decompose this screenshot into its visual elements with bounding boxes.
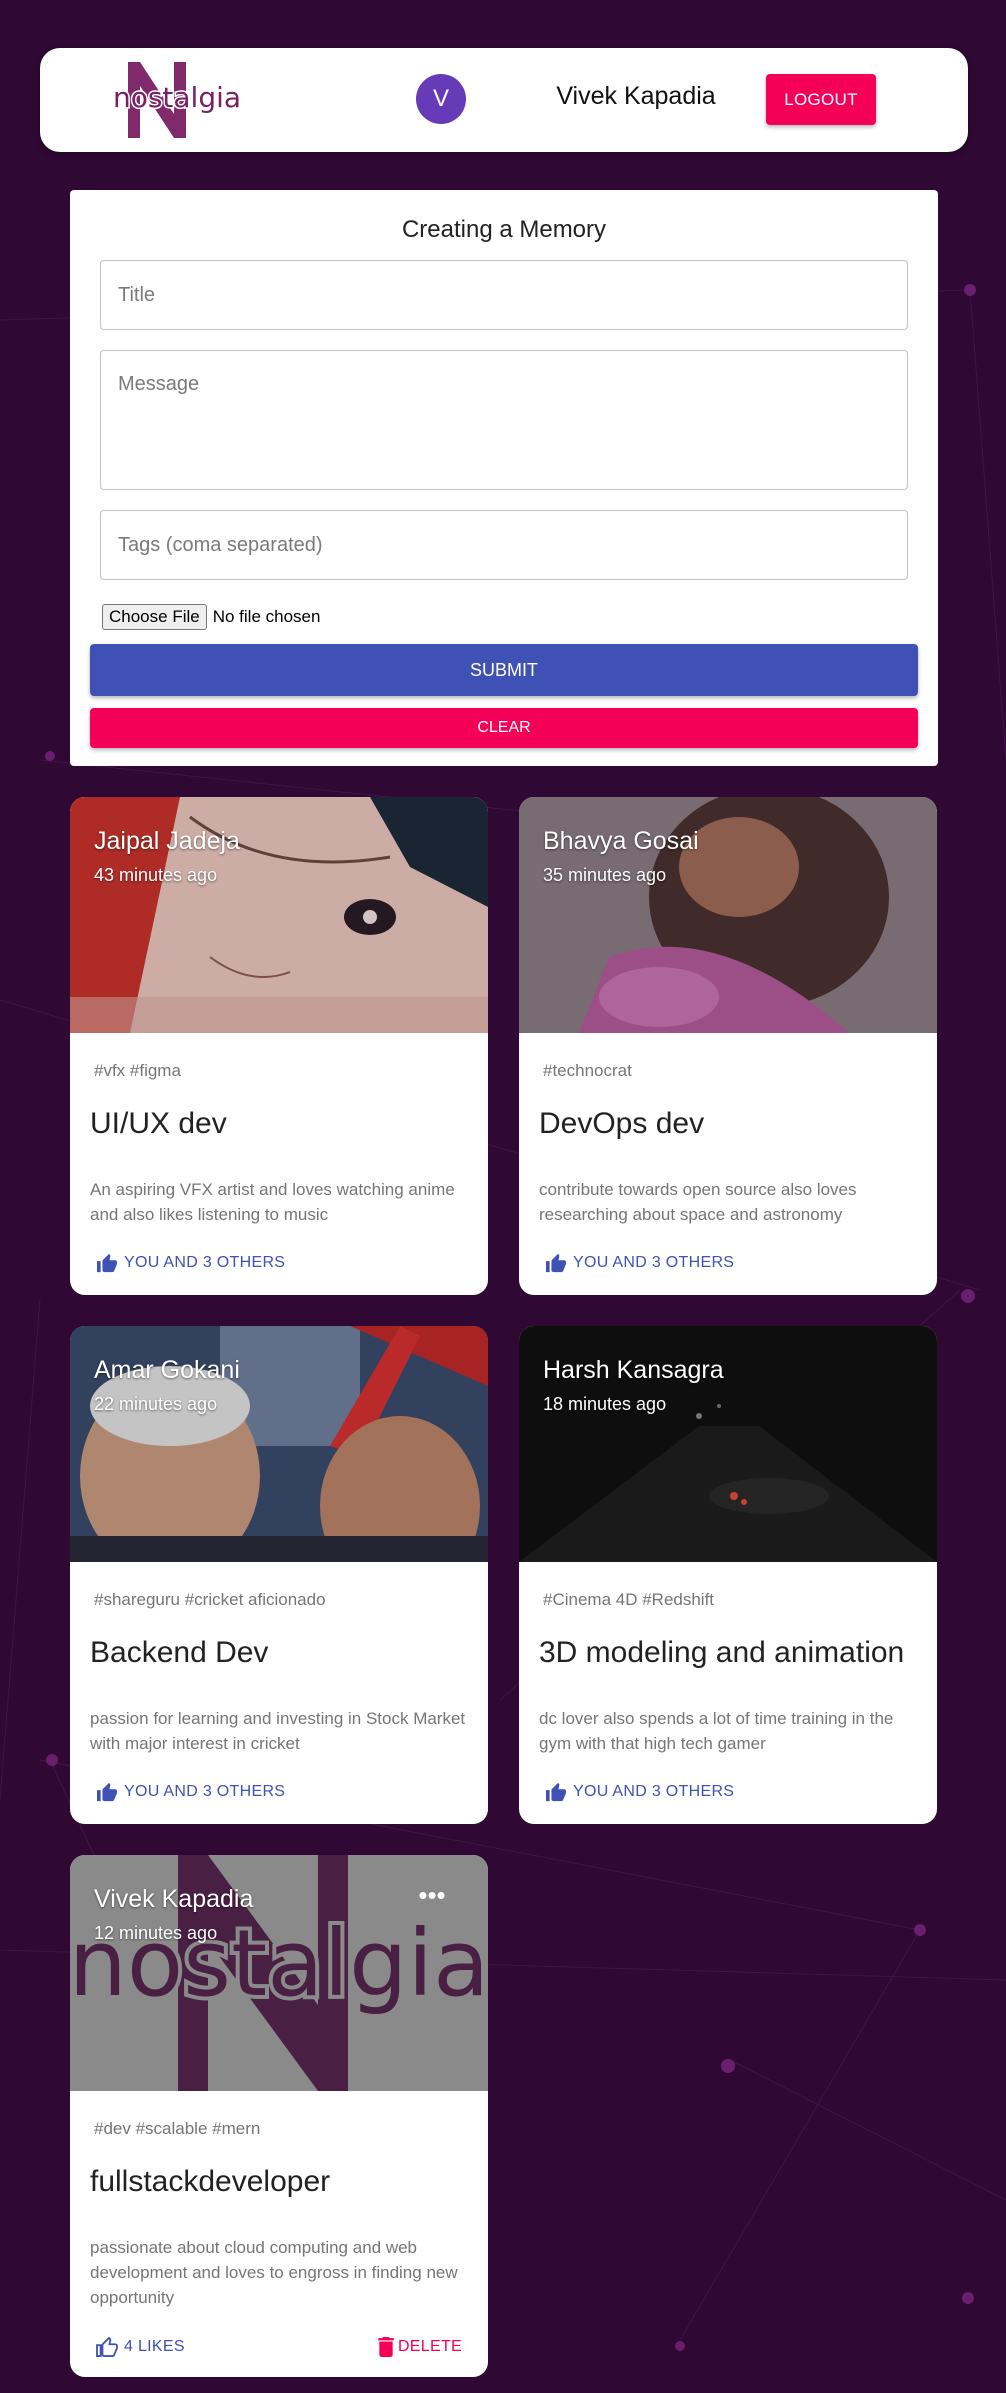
form-heading: Creating a Memory: [401, 216, 607, 243]
post-tags: #vfx #figma: [94, 1061, 181, 1080]
user-name: Vivek Kapadia: [556, 82, 716, 110]
post-author: Jaipal Jadeja: [94, 827, 240, 855]
post-tags: #Cinema 4D #Redshift: [543, 1590, 715, 1609]
app-header: nostalgia V Vivek Kapadia LOGOUT: [40, 48, 968, 152]
post-card: Jaipal Jadeja 43 minutes ago #vfx #figma…: [70, 797, 488, 1295]
post-title: UI/UX dev: [90, 1107, 227, 1140]
post-time: 22 minutes ago: [94, 1394, 218, 1414]
post-author: Harsh Kansagra: [543, 1356, 724, 1384]
post-author: Vivek Kapadia: [94, 1885, 254, 1913]
file-picker: Choose File No file chosen: [102, 604, 320, 630]
like-button[interactable]: YOU AND 3 OTHERS: [545, 1782, 734, 1802]
thumb-up-icon: [97, 1253, 117, 1273]
post-title: Backend Dev: [90, 1636, 269, 1669]
message-input[interactable]: Message: [100, 350, 908, 490]
thumb-up-outline-icon: [96, 2337, 118, 2357]
post-message: passion for learning and investing in St…: [90, 1709, 466, 1753]
like-button[interactable]: YOU AND 3 OTHERS: [96, 1253, 285, 1273]
like-button[interactable]: 4 LIKES: [96, 2337, 185, 2357]
thumb-up-icon: [546, 1253, 566, 1273]
post-tags: #shareguru #cricket aficionado: [94, 1590, 326, 1609]
like-button[interactable]: YOU AND 3 OTHERS: [545, 1253, 734, 1273]
trash-icon: [378, 2337, 394, 2357]
post-title: fullstackdeveloper: [90, 2165, 331, 2198]
post-message: dc lover also spends a lot of time train…: [539, 1709, 894, 1753]
title-placeholder: Title: [118, 284, 156, 306]
delete-label: DELETE: [397, 2338, 462, 2355]
like-label: YOU AND 3 OTHERS: [124, 1783, 286, 1800]
post-time: 12 minutes ago: [94, 1923, 218, 1943]
post-title: DevOps dev: [539, 1107, 705, 1140]
delete-button[interactable]: DELETE: [378, 2337, 462, 2357]
post-message: An aspiring VFX artist and loves watchin…: [90, 1180, 455, 1224]
title-input[interactable]: Title: [100, 260, 908, 330]
thumb-up-icon: [546, 1782, 566, 1802]
post-message: passionate about cloud computing and web…: [90, 2238, 458, 2307]
create-memory-form: Creating a Memory Title Message Tags (co…: [70, 190, 938, 766]
more-options-icon[interactable]: •••: [414, 1882, 450, 1915]
like-label: YOU AND 3 OTHERS: [124, 1254, 286, 1271]
submit-button[interactable]: SUBMIT: [90, 644, 918, 696]
choose-file-button[interactable]: Choose File: [102, 604, 207, 630]
post-card: Bhavya Gosai 35 minutes ago #technocrat …: [519, 797, 937, 1295]
post-time: 43 minutes ago: [94, 865, 218, 885]
user-avatar[interactable]: V: [416, 74, 466, 124]
clear-button[interactable]: CLEAR: [90, 708, 918, 748]
like-label: YOU AND 3 OTHERS: [573, 1783, 735, 1800]
post-time: 35 minutes ago: [543, 865, 667, 885]
like-label: YOU AND 3 OTHERS: [573, 1254, 735, 1271]
file-status: No file chosen: [212, 607, 321, 626]
post-card: nostalgia Vivek Kapadia 12 minutes ago •…: [70, 1855, 488, 2377]
message-placeholder: Message: [118, 373, 200, 395]
post-title: 3D modeling and animation: [539, 1636, 905, 1669]
post-tags: #dev #scalable #mern: [94, 2119, 261, 2138]
like-label: 4 LIKES: [124, 2338, 185, 2355]
tags-placeholder: Tags (coma separated): [118, 534, 323, 556]
logout-button[interactable]: LOGOUT: [766, 74, 876, 125]
tags-input[interactable]: Tags (coma separated): [100, 510, 908, 580]
post-time: 18 minutes ago: [543, 1394, 667, 1414]
like-button[interactable]: YOU AND 3 OTHERS: [96, 1782, 285, 1802]
post-author: Amar Gokani: [94, 1356, 240, 1384]
thumb-up-icon: [97, 1782, 117, 1802]
post-card: Amar Gokani 22 minutes ago #shareguru #c…: [70, 1326, 488, 1824]
svg-text:nostalgia: nostalgia: [113, 81, 241, 114]
post-author: Bhavya Gosai: [543, 827, 699, 855]
nostalgia-logo[interactable]: nostalgia: [102, 62, 252, 138]
post-message: contribute towards open source also love…: [539, 1180, 857, 1224]
post-card: Harsh Kansagra 18 minutes ago #Cinema 4D…: [519, 1326, 937, 1824]
post-tags: #technocrat: [543, 1061, 632, 1080]
